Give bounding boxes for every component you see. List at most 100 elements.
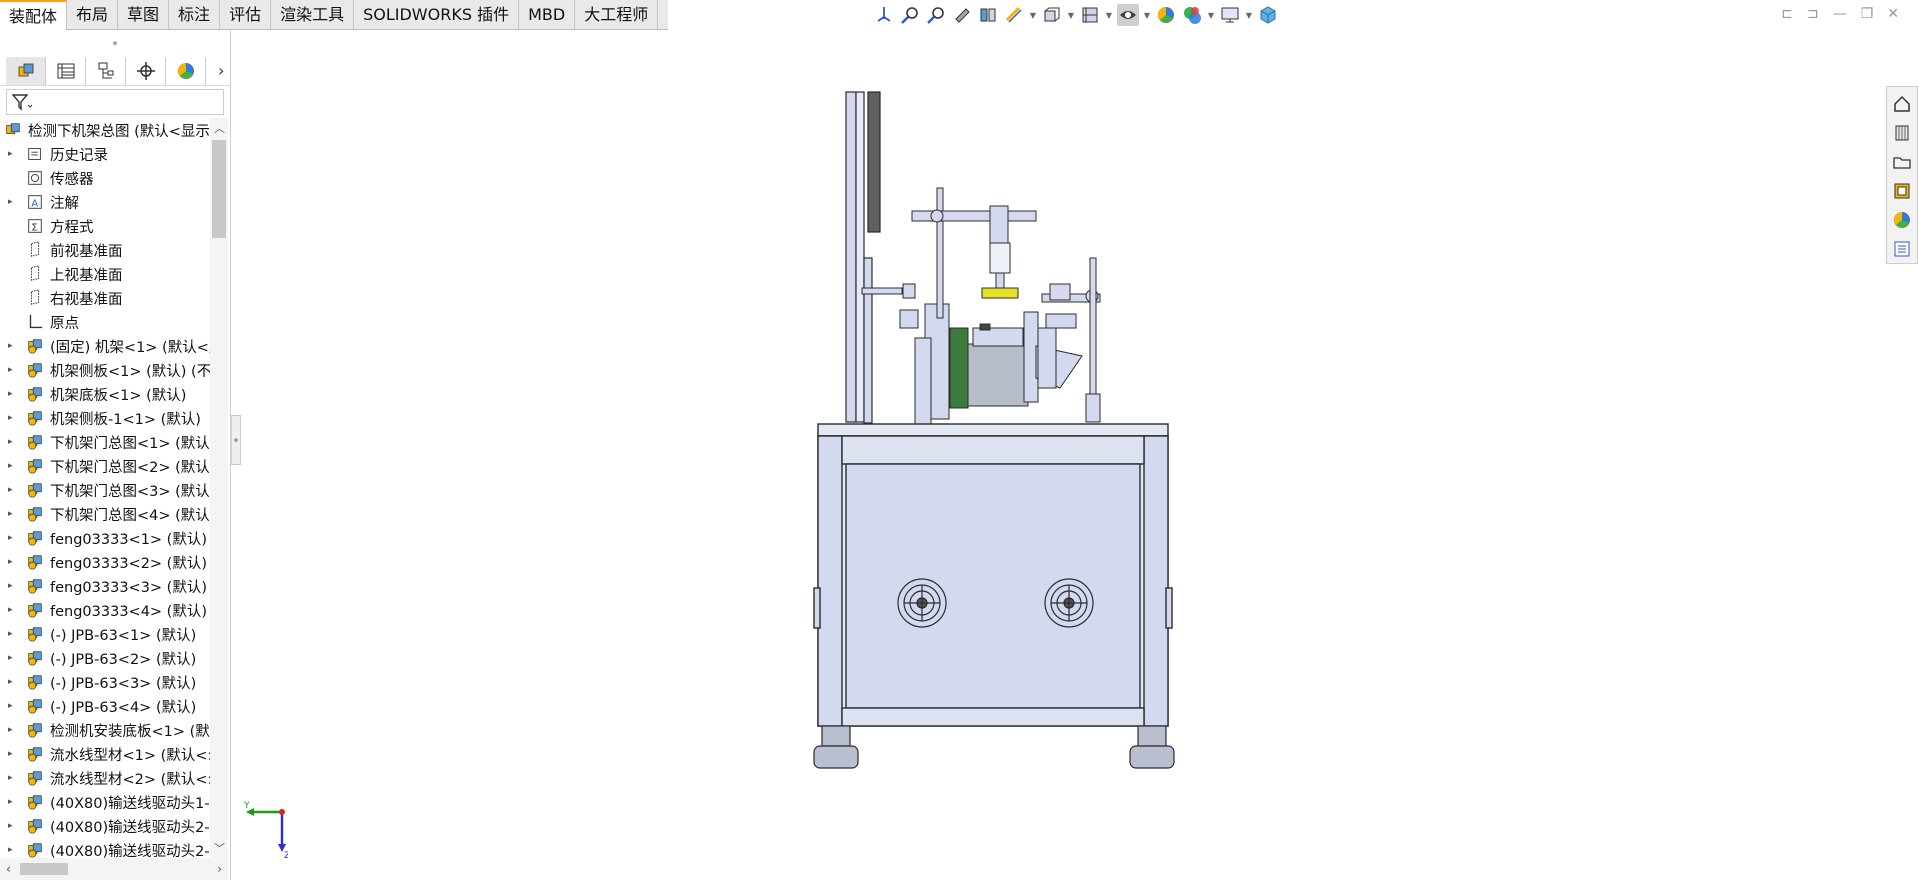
maximize-icon[interactable]: ❐	[1861, 6, 1874, 22]
command-tab[interactable]: 草图	[118, 0, 170, 30]
tree-item[interactable]: ▸ 下机架门总图<3> (默认	[0, 478, 210, 502]
restore-right-icon[interactable]: ⊐	[1807, 6, 1819, 22]
tree-item[interactable]: ▸ (-) JPB-63<1> (默认)	[0, 622, 210, 646]
dropdown-caret-icon[interactable]: ▼	[1067, 4, 1075, 26]
view-orientation-icon[interactable]	[873, 4, 895, 26]
view-orientation-dropdown-icon[interactable]	[1041, 4, 1063, 26]
expand-arrow-icon[interactable]: ▸	[0, 341, 26, 351]
display-manager-icon[interactable]	[166, 56, 206, 85]
tree-item[interactable]: ▸ (40X80)输送线驱动头2-	[0, 814, 210, 838]
command-tab[interactable]: 布局	[67, 0, 119, 30]
dropdown-caret-icon[interactable]: ▼	[1029, 4, 1037, 26]
dropdown-caret-icon[interactable]: ▼	[1207, 4, 1215, 26]
tree-item[interactable]: ▸ A 注解	[0, 190, 210, 214]
tree-item[interactable]: 右视基准面	[0, 286, 210, 310]
previous-view-icon[interactable]	[951, 4, 973, 26]
command-tab[interactable]: 评估	[220, 0, 272, 30]
filter-icon[interactable]	[11, 93, 33, 111]
expand-arrow-icon[interactable]: ▸	[0, 605, 26, 615]
expand-arrow-icon[interactable]: ▸	[0, 413, 26, 423]
tree-item[interactable]: Σ 方程式	[0, 214, 210, 238]
featuremanager-icon[interactable]	[6, 56, 46, 85]
solidworks-resources-icon[interactable]	[1889, 89, 1915, 118]
expand-arrow-icon[interactable]: ▸	[0, 365, 26, 375]
scroll-up-icon[interactable]: ︿	[214, 120, 225, 136]
custom-properties-icon[interactable]	[1889, 234, 1915, 263]
dropdown-caret-icon[interactable]: ▼	[1245, 4, 1253, 26]
tree-item[interactable]: ▸ 检测机安装底板<1> (默	[0, 718, 210, 742]
tree-item[interactable]: ▸ (-) JPB-63<4> (默认)	[0, 694, 210, 718]
tree-item[interactable]: 上视基准面	[0, 262, 210, 286]
view-cube-icon[interactable]	[1257, 4, 1279, 26]
panel-grip[interactable]: ⦁	[0, 30, 230, 56]
tree-item[interactable]: ▸ 流水线型材<1> (默认<:	[0, 742, 210, 766]
tree-item[interactable]: ▸ 历史记录	[0, 142, 210, 166]
close-icon[interactable]: ✕	[1887, 6, 1899, 22]
command-tab[interactable]: 大工程师	[575, 0, 659, 30]
tree-item[interactable]: ▸ (固定) 机架<1> (默认<默	[0, 334, 210, 358]
horizontal-scroll-thumb[interactable]	[20, 863, 68, 875]
tree-item[interactable]: 原点	[0, 310, 210, 334]
expand-arrow-icon[interactable]: ▸	[0, 629, 26, 639]
tree-item[interactable]: 检测下机架总图 (默认<显示	[0, 118, 210, 142]
expand-arrow-icon[interactable]: ▸	[0, 557, 26, 567]
command-tab[interactable]: MBD	[519, 0, 576, 30]
command-tab[interactable]: SOLIDWORKS 插件	[354, 0, 520, 30]
tree-item[interactable]: ▸ 机架侧板<1> (默认) (不	[0, 358, 210, 382]
expand-arrow-icon[interactable]: ▸	[0, 197, 26, 207]
expand-arrow-icon[interactable]: ▸	[0, 533, 26, 543]
tree-item[interactable]: ▸ 下机架门总图<1> (默认	[0, 430, 210, 454]
expand-arrow-icon[interactable]: ▸	[0, 485, 26, 495]
expand-arrow-icon[interactable]: ▸	[0, 389, 26, 399]
tree-item[interactable]: ▸ (40X80)输送线驱动头2-	[0, 838, 210, 858]
expand-arrow-icon[interactable]: ▸	[0, 797, 26, 807]
dynamic-annotation-icon[interactable]	[1003, 4, 1025, 26]
expand-arrow-icon[interactable]: ▸	[0, 725, 26, 735]
tree-item[interactable]: ▸ 机架侧板-1<1> (默认)	[0, 406, 210, 430]
hide-show-items-icon[interactable]	[1117, 4, 1139, 26]
vertical-scroll-thumb[interactable]	[212, 140, 226, 238]
expand-arrow-icon[interactable]: ▸	[0, 773, 26, 783]
zoom-to-area-icon[interactable]	[925, 4, 947, 26]
tree-item[interactable]: 前视基准面	[0, 238, 210, 262]
tree-item[interactable]: ▸ feng03333<2> (默认)	[0, 550, 210, 574]
tree-item[interactable]: ▸ (-) JPB-63<2> (默认)	[0, 646, 210, 670]
view-palette-icon[interactable]	[1889, 176, 1915, 205]
command-tab[interactable]: 装配体	[0, 0, 68, 30]
design-library-icon[interactable]	[1889, 118, 1915, 147]
expand-arrow-icon[interactable]: ▸	[0, 461, 26, 471]
dropdown-caret-icon[interactable]: ▼	[1143, 4, 1151, 26]
expand-arrow-icon[interactable]: ▸	[0, 581, 26, 591]
command-tab[interactable]: 标注	[169, 0, 221, 30]
command-tab[interactable]: 渲染工具	[271, 0, 355, 30]
appearances-icon[interactable]	[1889, 205, 1915, 234]
cad-model-view[interactable]	[810, 88, 1190, 833]
propertymanager-icon[interactable]	[46, 56, 86, 85]
edit-appearance-icon[interactable]	[1155, 4, 1177, 26]
tree-vertical-scrollbar[interactable]: ︿ ﹀	[210, 118, 228, 858]
tree-item[interactable]: ▸ (-) JPB-63<3> (默认)	[0, 670, 210, 694]
restore-left-icon[interactable]: ⊏	[1781, 6, 1793, 22]
section-view-icon[interactable]	[977, 4, 999, 26]
filter-input[interactable]	[6, 89, 224, 115]
tree-item[interactable]: ▸ 机架底板<1> (默认)	[0, 382, 210, 406]
zoom-to-fit-icon[interactable]	[899, 4, 921, 26]
expand-arrow-icon[interactable]: ▸	[0, 845, 26, 855]
tree-item[interactable]: ▸ (40X80)输送线驱动头1-	[0, 790, 210, 814]
dropdown-caret-icon[interactable]: ▼	[1105, 4, 1113, 26]
display-style-icon[interactable]	[1079, 4, 1101, 26]
expand-arrow-icon[interactable]: ▸	[0, 653, 26, 663]
dimxpert-icon[interactable]	[126, 56, 166, 85]
panel-collapse-handle[interactable]: ⦁	[231, 415, 241, 465]
tree-item[interactable]: 传感器	[0, 166, 210, 190]
configurationmanager-icon[interactable]	[86, 56, 126, 85]
tree-item[interactable]: ▸ 下机架门总图<2> (默认	[0, 454, 210, 478]
expand-arrow-icon[interactable]: ▸	[0, 149, 26, 159]
expand-arrow-icon[interactable]: ▸	[0, 509, 26, 519]
expand-arrow-icon[interactable]: ▸	[0, 437, 26, 447]
tree-item[interactable]: ▸ 下机架门总图<4> (默认	[0, 502, 210, 526]
expand-arrow-icon[interactable]: ▸	[0, 749, 26, 759]
expand-arrow-icon[interactable]: ▸	[0, 701, 26, 711]
expand-arrow-icon[interactable]: ▸	[0, 677, 26, 687]
tree-item[interactable]: ▸ feng03333<4> (默认)	[0, 598, 210, 622]
